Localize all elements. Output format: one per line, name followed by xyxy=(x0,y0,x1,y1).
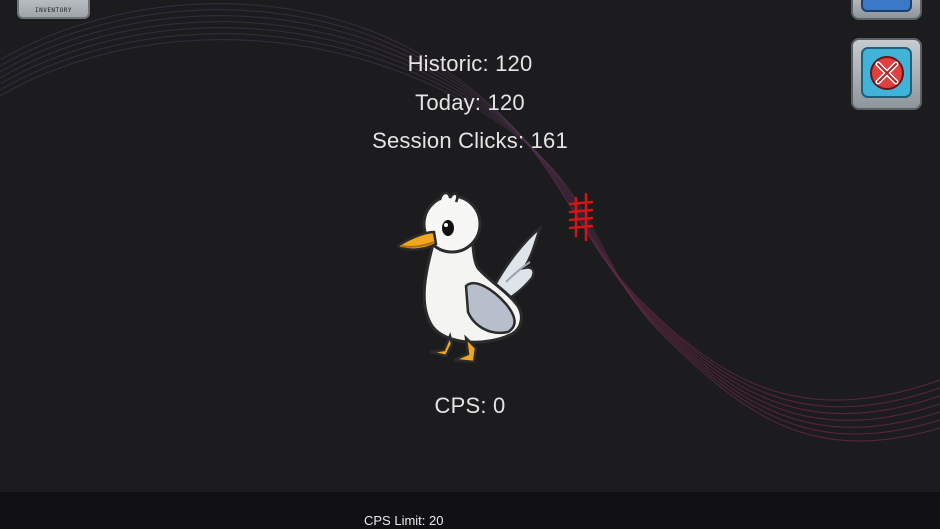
inventory-button[interactable]: INVENTORY xyxy=(17,0,90,19)
today-count: Today: 120 xyxy=(415,90,525,115)
game-stage: Historic: 120 Today: 120 Session Clicks:… xyxy=(0,0,940,492)
close-x-icon xyxy=(869,55,904,90)
inventory-label: INVENTORY xyxy=(34,7,72,14)
session-clicks: Session Clicks: 161 xyxy=(372,128,568,153)
click-tally-marks xyxy=(568,192,594,242)
cps-limit: CPS Limit: 20 xyxy=(364,513,444,528)
footer-bar: CPS Limit: 20 xyxy=(0,492,940,529)
cps-readout: CPS: 0 xyxy=(434,393,506,418)
close-button[interactable] xyxy=(851,38,922,110)
menu-button[interactable] xyxy=(851,0,922,20)
historic-count: Historic: 120 xyxy=(407,51,533,76)
menu-panel-icon xyxy=(861,0,912,12)
duck-clicker[interactable] xyxy=(394,186,544,366)
